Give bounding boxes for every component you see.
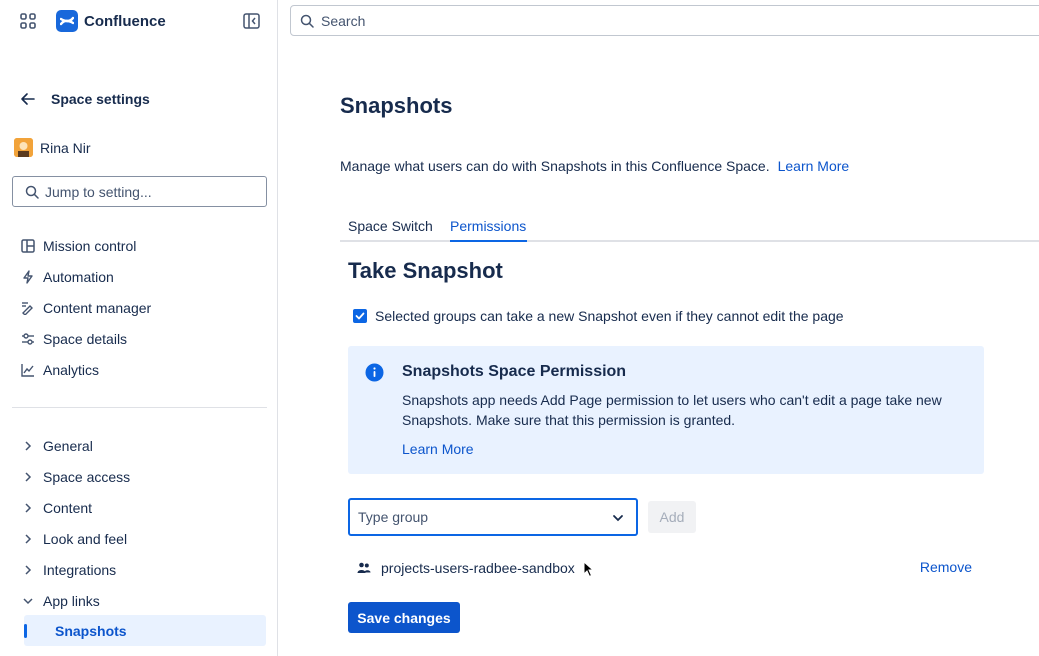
tab-bar: Space Switch Permissions xyxy=(340,216,1039,242)
description-text: Manage what users can do with Snapshots … xyxy=(340,158,770,174)
group-name: projects-users-radbee-sandbox xyxy=(381,560,575,576)
mouse-cursor-icon xyxy=(583,561,594,578)
chart-icon xyxy=(20,362,36,378)
sidebar-item-label: Mission control xyxy=(43,237,137,254)
permission-checkbox-row[interactable]: Selected groups can take a new Snapshot … xyxy=(353,308,844,324)
sidebar-item-snapshots[interactable]: Snapshots xyxy=(24,615,266,646)
remove-group-link[interactable]: Remove xyxy=(920,559,972,575)
search-icon xyxy=(300,14,314,28)
space-owner[interactable]: Rina Nir xyxy=(14,138,91,157)
sidebar-header: Confluence xyxy=(0,0,278,42)
info-learn-more-link[interactable]: Learn More xyxy=(402,441,474,457)
sidebar-item-look-and-feel[interactable]: Look and feel xyxy=(20,523,270,554)
global-search[interactable] xyxy=(290,5,1039,36)
sidebar-item-content[interactable]: Content xyxy=(20,492,270,523)
space-settings-header: Space settings xyxy=(20,90,150,108)
chevron-right-icon xyxy=(20,438,36,454)
checkmark-icon xyxy=(355,312,365,320)
avatar xyxy=(14,138,33,157)
sidebar-item-mission-control[interactable]: Mission control xyxy=(20,230,270,261)
chevron-down-icon xyxy=(20,593,36,609)
sidebar-item-label: App links xyxy=(43,592,100,609)
sidebar-item-general[interactable]: General xyxy=(20,430,270,461)
save-changes-button[interactable]: Save changes xyxy=(348,602,460,633)
sidebar-item-label: Space access xyxy=(43,468,131,485)
page-title: Snapshots xyxy=(340,93,453,118)
sidebar-item-space-details[interactable]: Space details xyxy=(20,323,270,354)
chevron-right-icon xyxy=(20,531,36,547)
sliders-icon xyxy=(20,331,36,347)
search-input[interactable] xyxy=(321,12,921,29)
settings-nav: General Space access Content Look and fe… xyxy=(20,430,270,616)
space-owner-name: Rina Nir xyxy=(40,139,91,156)
sidebar-item-label: Content xyxy=(43,499,93,516)
jump-to-setting-field[interactable] xyxy=(12,176,267,207)
sidebar-divider xyxy=(12,407,267,408)
sidebar-item-analytics[interactable]: Analytics xyxy=(20,354,270,385)
arrow-left-icon[interactable] xyxy=(20,91,36,107)
sidebar-item-label: General xyxy=(43,437,93,454)
sidebar-item-content-manager[interactable]: Content manager xyxy=(20,292,270,323)
checkbox-label: Selected groups can take a new Snapshot … xyxy=(375,308,844,324)
jump-to-setting-input[interactable] xyxy=(45,183,245,200)
info-icon xyxy=(365,363,384,382)
chevron-right-icon xyxy=(20,469,36,485)
confluence-logo-icon[interactable] xyxy=(56,10,78,32)
section-title: Take Snapshot xyxy=(348,258,503,283)
list-item: projects-users-radbee-sandbox Remove xyxy=(357,559,977,577)
sidebar-item-label: Content manager xyxy=(43,299,152,316)
sidebar-item-label: Integrations xyxy=(43,561,117,578)
sidebar: Confluence Space settings Rina Nir Jump … xyxy=(0,0,278,656)
sidebar-item-app-links[interactable]: App links xyxy=(20,585,270,616)
sidebar-item-label: Automation xyxy=(43,268,114,285)
sidebar-item-label: Space details xyxy=(43,330,128,347)
page-description: Manage what users can do with Snapshots … xyxy=(340,158,849,174)
tab-space-switch[interactable]: Space Switch xyxy=(348,218,433,244)
sidebar-item-label: Snapshots xyxy=(55,622,127,639)
app-switcher-icon[interactable] xyxy=(20,13,36,29)
learn-more-link[interactable]: Learn More xyxy=(778,158,850,174)
active-indicator xyxy=(24,623,27,638)
mission-control-icon xyxy=(20,238,36,254)
info-panel: Snapshots Space Permission Snapshots app… xyxy=(348,346,984,474)
primary-nav: Mission control Automation Content manag… xyxy=(20,230,270,385)
space-settings-title: Space settings xyxy=(51,91,150,107)
sidebar-item-automation[interactable]: Automation xyxy=(20,261,270,292)
sidebar-item-integrations[interactable]: Integrations xyxy=(20,554,270,585)
info-title: Snapshots Space Permission xyxy=(402,363,627,380)
app-name[interactable]: Confluence xyxy=(84,13,166,30)
sidebar-item-label: Analytics xyxy=(43,361,100,378)
group-input[interactable] xyxy=(358,509,598,525)
chevron-right-icon xyxy=(20,500,36,516)
chevron-down-icon[interactable] xyxy=(612,512,624,524)
lightning-icon xyxy=(20,269,36,285)
info-body: Snapshots app needs Add Page permission … xyxy=(402,392,942,428)
permission-checkbox[interactable] xyxy=(353,309,367,323)
chevron-right-icon xyxy=(20,562,36,578)
search-icon xyxy=(25,185,39,199)
group-select[interactable] xyxy=(348,498,638,536)
content-manager-icon xyxy=(20,300,36,316)
collapse-sidebar-icon[interactable] xyxy=(243,13,260,29)
sidebar-item-label: Look and feel xyxy=(43,530,128,547)
people-icon xyxy=(357,562,371,573)
sidebar-item-space-access[interactable]: Space access xyxy=(20,461,270,492)
active-tab-indicator xyxy=(450,240,527,242)
add-button[interactable]: Add xyxy=(648,501,696,533)
